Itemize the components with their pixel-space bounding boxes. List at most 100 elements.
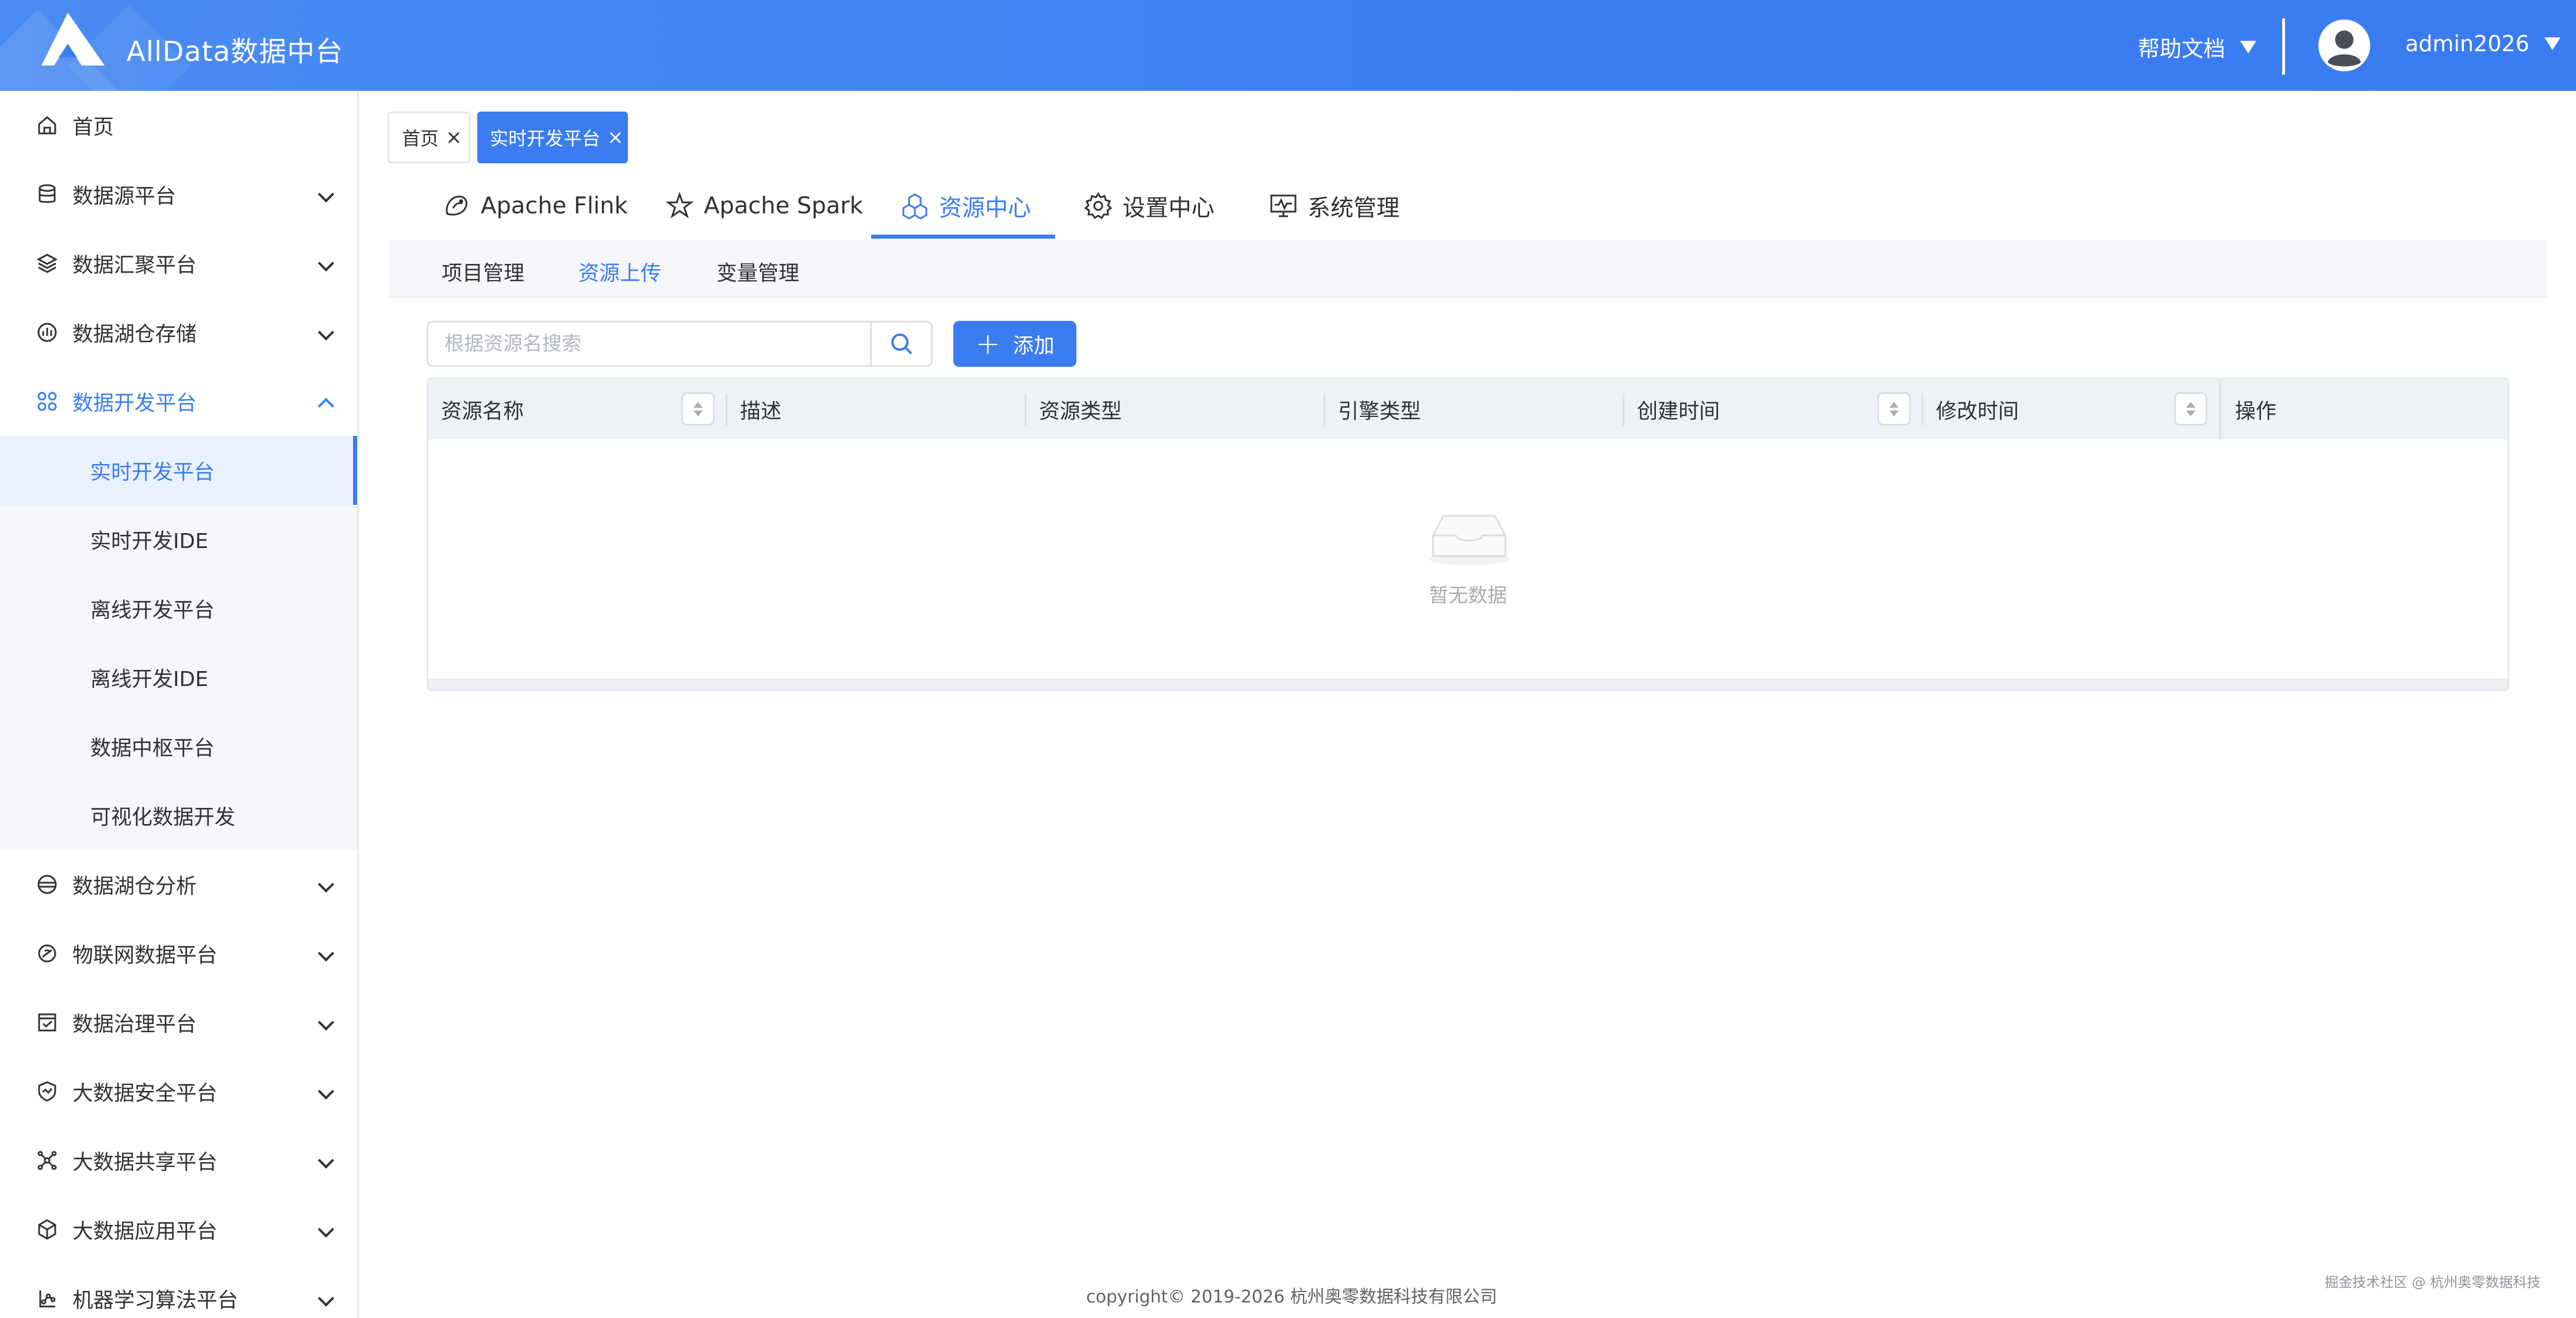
chevron-down-icon xyxy=(317,1014,335,1031)
search-input[interactable] xyxy=(428,323,870,365)
sidebar-item-label: 机器学习算法平台 xyxy=(72,1289,239,1312)
help-docs-dropdown[interactable]: 帮助文档 xyxy=(2138,31,2257,63)
sort-icon[interactable] xyxy=(681,392,715,426)
sidebar-item-label: 大数据安全平台 xyxy=(72,1082,218,1105)
sidebar-item-home[interactable]: 首页 xyxy=(0,91,357,160)
tab-label: Apache Flink xyxy=(481,193,628,219)
tab-label: 资源中心 xyxy=(939,195,1031,221)
tab-settings-center[interactable]: 设置中心 xyxy=(1082,173,1214,239)
sidebar-item-data-development[interactable]: 数据开发平台 xyxy=(0,367,357,436)
data-development-submenu: 实时开发平台 实时开发IDE 离线开发平台 离线开发IDE 数据中枢平台 可视化… xyxy=(0,436,357,850)
sort-icon[interactable] xyxy=(2174,392,2207,426)
sidebar-item-machine-learning[interactable]: 机器学习算法平台 xyxy=(0,1264,357,1318)
app-title[interactable]: AllData数据中台 xyxy=(126,29,343,69)
sidebar-item-security[interactable]: 大数据安全平台 xyxy=(0,1057,357,1126)
submenu-item-label: 实时开发平台 xyxy=(90,461,215,484)
column-label: 引擎类型 xyxy=(1338,400,1421,423)
submenu-item-label: 可视化数据开发 xyxy=(90,806,236,829)
close-icon[interactable]: × xyxy=(446,126,462,149)
fixed-column-shadow xyxy=(2219,380,2224,439)
alldata-logo-icon[interactable] xyxy=(40,12,106,67)
header-divider xyxy=(2282,18,2285,75)
column-header-modified-time[interactable]: 修改时间 xyxy=(1923,380,2219,439)
search-button[interactable] xyxy=(870,323,931,365)
gear-icon xyxy=(1082,190,1114,222)
add-button-label: 添加 xyxy=(1013,334,1055,358)
tab-apache-flink[interactable]: Apache Flink xyxy=(440,173,628,239)
submenu-item-data-hub[interactable]: 数据中枢平台 xyxy=(0,712,357,781)
column-label: 资源名称 xyxy=(441,400,524,423)
subtab-resource-upload[interactable]: 资源上传 xyxy=(578,256,661,286)
ml-icon xyxy=(33,1285,61,1312)
search-icon xyxy=(891,334,912,355)
avatar[interactable] xyxy=(2318,20,2370,71)
tab-label: 系统管理 xyxy=(1308,195,1400,221)
tab-apache-spark[interactable]: Apache Spark xyxy=(664,173,863,239)
watermark-text: 掘金技术社区 @ 杭州奥零数据科技 xyxy=(2325,1274,2541,1290)
iot-icon xyxy=(33,940,61,967)
sidebar-item-datasource[interactable]: 数据源平台 xyxy=(0,160,357,229)
flink-icon xyxy=(440,190,473,222)
top-header: AllData数据中台 帮助文档 admin2026 xyxy=(0,0,2576,91)
tag-home[interactable]: 首页 × xyxy=(388,112,470,163)
column-label: 操作 xyxy=(2235,400,2277,423)
sidebar-item-label: 数据源平台 xyxy=(72,185,177,208)
sidebar-item-data-aggregation[interactable]: 数据汇聚平台 xyxy=(0,229,357,298)
plus-icon: + xyxy=(975,327,1000,361)
sidebar-item-label: 数据湖仓存储 xyxy=(72,323,197,346)
sidebar-item-label: 首页 xyxy=(72,116,114,139)
table-header: 资源名称 描述 资源类型 引擎类型 创建时间 修改时间 操作 xyxy=(428,380,2508,439)
sidebar-item-governance[interactable]: 数据治理平台 xyxy=(0,988,357,1057)
column-header-resource-name[interactable]: 资源名称 xyxy=(428,380,727,439)
sidebar-item-iot[interactable]: 物联网数据平台 xyxy=(0,919,357,988)
caret-down-icon xyxy=(2240,40,2257,53)
submenu-item-offline-ide[interactable]: 离线开发IDE xyxy=(0,643,357,712)
column-header-actions: 操作 xyxy=(2224,380,2508,439)
storage-icon xyxy=(33,319,61,346)
sidebar-item-lakehouse-storage[interactable]: 数据湖仓存储 xyxy=(0,298,357,367)
subtab-variable-management[interactable]: 变量管理 xyxy=(716,256,799,286)
close-icon[interactable]: × xyxy=(607,126,624,149)
sidebar-item-applications[interactable]: 大数据应用平台 xyxy=(0,1195,357,1264)
tab-system-management[interactable]: 系统管理 xyxy=(1267,173,1400,239)
resource-icon xyxy=(899,190,931,222)
submenu-item-offline-platform[interactable]: 离线开发平台 xyxy=(0,574,357,643)
submenu-item-visual-development[interactable]: 可视化数据开发 xyxy=(0,781,357,850)
horizontal-scrollbar[interactable] xyxy=(428,679,2508,689)
user-menu-dropdown[interactable]: admin2026 xyxy=(2405,31,2560,56)
monitor-icon xyxy=(1267,190,1300,222)
column-label: 资源类型 xyxy=(1039,400,1122,423)
tab-label: Apache Spark xyxy=(704,193,863,219)
sidebar-item-label: 数据治理平台 xyxy=(72,1013,197,1036)
submenu-item-realtime-ide[interactable]: 实时开发IDE xyxy=(0,505,357,574)
chevron-down-icon xyxy=(317,255,335,272)
submenu-item-realtime-platform[interactable]: 实时开发平台 xyxy=(0,436,357,505)
user-avatar-icon xyxy=(2318,20,2370,71)
chevron-down-icon xyxy=(317,1083,335,1100)
sort-icon[interactable] xyxy=(1877,392,1911,426)
column-label: 描述 xyxy=(740,400,782,423)
column-header-created-time[interactable]: 创建时间 xyxy=(1624,380,1923,439)
column-header-description: 描述 xyxy=(727,380,1026,439)
resource-table: 资源名称 描述 资源类型 引擎类型 创建时间 修改时间 操作 暂无数据 xyxy=(427,378,2509,691)
tag-realtime-platform[interactable]: 实时开发平台 × xyxy=(477,112,628,163)
sidebar-item-lakehouse-analysis[interactable]: 数据湖仓分析 xyxy=(0,850,357,919)
tab-label: 设置中心 xyxy=(1122,195,1214,221)
sidebar-item-label: 数据汇聚平台 xyxy=(72,254,197,277)
governance-icon xyxy=(33,1009,61,1036)
submenu-item-label: 数据中枢平台 xyxy=(90,737,215,760)
column-header-engine-type: 引擎类型 xyxy=(1325,380,1624,439)
share-icon xyxy=(33,1147,61,1174)
layers-icon xyxy=(33,250,61,277)
subtab-project-management[interactable]: 项目管理 xyxy=(442,256,524,286)
database-icon xyxy=(33,181,61,208)
home-icon xyxy=(33,112,61,139)
tab-resource-center[interactable]: 资源中心 xyxy=(899,173,1031,239)
submenu-item-label: 离线开发IDE xyxy=(90,668,209,691)
add-button[interactable]: + 添加 xyxy=(953,321,1076,367)
resource-subtabs: 项目管理 资源上传 变量管理 xyxy=(389,240,2547,298)
sidebar-item-label: 数据开发平台 xyxy=(72,392,197,415)
chevron-up-icon xyxy=(317,397,335,415)
copyright-footer: copyright© 2019-2026 杭州奥零数据科技有限公司 xyxy=(1086,1287,1497,1307)
sidebar-item-sharing[interactable]: 大数据共享平台 xyxy=(0,1126,357,1195)
